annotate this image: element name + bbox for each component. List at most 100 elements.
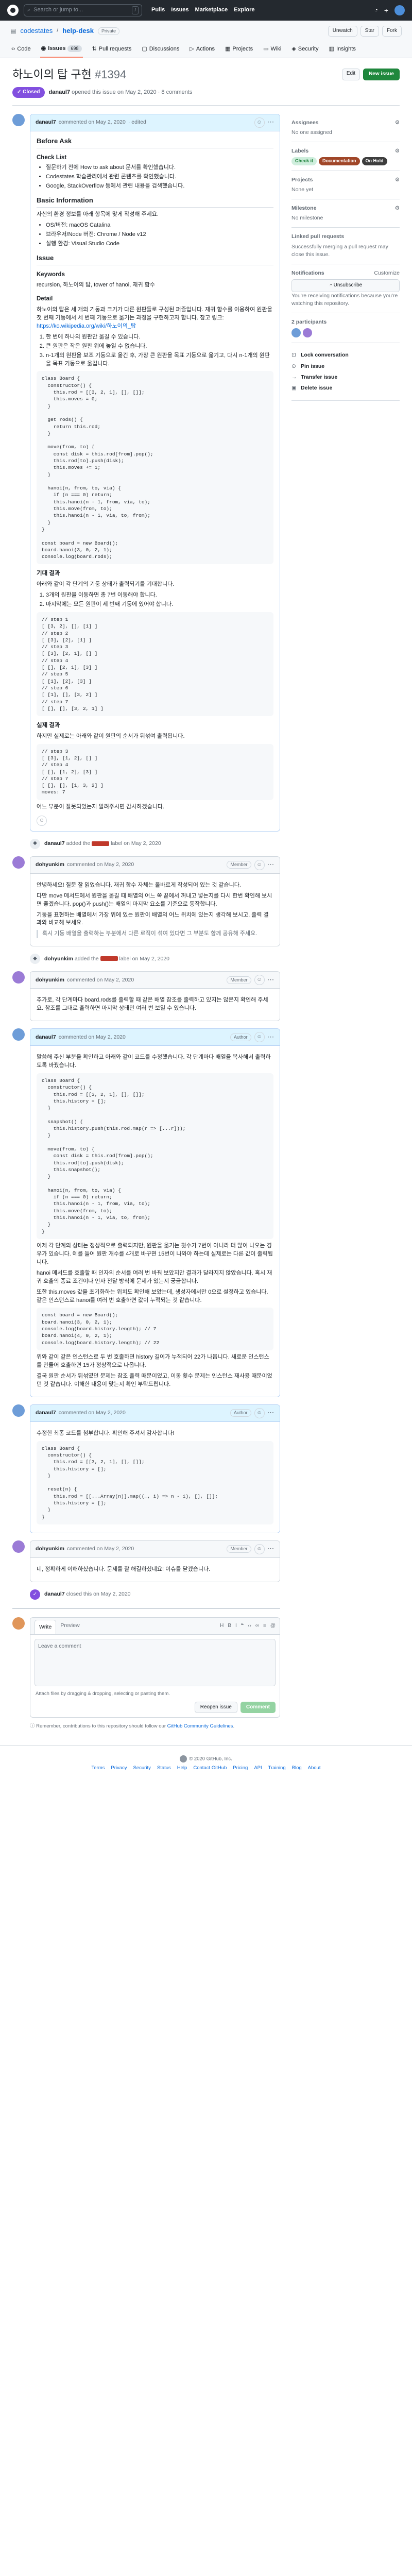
kebab-icon[interactable]: ··· bbox=[268, 118, 275, 126]
label-chip[interactable] bbox=[92, 841, 110, 846]
comment-author[interactable]: dohyunkim bbox=[36, 1545, 64, 1553]
footer-link[interactable]: About bbox=[308, 1765, 321, 1772]
comment-time[interactable]: commented on May 2, 2020 bbox=[59, 1033, 126, 1041]
gear-icon[interactable]: ⚙ bbox=[395, 176, 400, 184]
avatar[interactable] bbox=[12, 1028, 25, 1041]
star-button[interactable]: Star bbox=[360, 26, 379, 37]
avatar[interactable] bbox=[12, 856, 25, 869]
bell-icon[interactable]: ◔ bbox=[374, 6, 378, 14]
footer-link[interactable]: Security bbox=[133, 1765, 151, 1772]
watch-button[interactable]: Unwatch bbox=[328, 26, 357, 37]
smiley-icon[interactable]: ☺ bbox=[254, 117, 265, 128]
kebab-icon[interactable]: ··· bbox=[268, 976, 275, 984]
link-icon[interactable]: ∞ bbox=[255, 1622, 259, 1630]
smiley-icon[interactable]: ☺ bbox=[254, 1032, 265, 1043]
side-title[interactable]: Labels bbox=[291, 147, 308, 155]
label-chip[interactable]: Documentation bbox=[319, 157, 360, 165]
avatar[interactable] bbox=[303, 328, 312, 338]
label-chip[interactable] bbox=[100, 956, 118, 961]
plus-icon[interactable]: + bbox=[384, 5, 388, 15]
footer-link[interactable]: Contact GitHub bbox=[193, 1765, 227, 1772]
edited-dropdown[interactable]: · edited bbox=[128, 118, 146, 126]
smiley-icon[interactable]: ☺ bbox=[254, 975, 265, 986]
add-reaction-icon[interactable]: ☺ bbox=[37, 815, 47, 826]
footer-link[interactable]: API bbox=[254, 1765, 262, 1772]
comment-author[interactable]: danaul7 bbox=[36, 1033, 56, 1041]
event-author[interactable]: danaul7 bbox=[44, 840, 65, 846]
event-author[interactable]: danaul7 bbox=[44, 1591, 65, 1597]
heading-icon[interactable]: H bbox=[220, 1622, 224, 1630]
footer-link[interactable]: Privacy bbox=[111, 1765, 127, 1772]
side-title[interactable]: Milestone bbox=[291, 205, 316, 212]
user-avatar[interactable] bbox=[394, 5, 405, 15]
footer-link[interactable]: Terms bbox=[92, 1765, 105, 1772]
side-title[interactable]: Projects bbox=[291, 176, 313, 184]
attach-hint[interactable]: Attach files by dragging & dropping, sel… bbox=[30, 1690, 280, 1702]
github-mark-icon[interactable] bbox=[180, 1755, 187, 1763]
smiley-icon[interactable]: ☺ bbox=[254, 859, 265, 870]
comment-author[interactable]: dohyunkim bbox=[36, 976, 64, 984]
avatar[interactable] bbox=[12, 113, 25, 126]
issue-author[interactable]: danaul7 bbox=[49, 89, 71, 95]
tab-pull-requests[interactable]: ⇅ Pull requests bbox=[91, 42, 133, 58]
label-chip[interactable]: On Hold bbox=[362, 157, 387, 165]
avatar[interactable] bbox=[291, 328, 301, 338]
lock-conversation-link[interactable]: ⊡ Lock conversation bbox=[291, 351, 400, 359]
kebab-icon[interactable]: ··· bbox=[268, 1545, 275, 1553]
tab-preview[interactable]: Preview bbox=[56, 1619, 83, 1633]
avatar[interactable] bbox=[12, 1540, 25, 1553]
comment-time[interactable]: commented on May 2, 2020 bbox=[67, 1545, 134, 1553]
reference-link[interactable]: https://ko.wikipedia.org/wiki/하노이의_탑 bbox=[37, 323, 136, 329]
comment-author[interactable]: danaul7 bbox=[36, 1409, 56, 1417]
bold-icon[interactable]: B bbox=[228, 1622, 231, 1630]
delete-issue-link[interactable]: ▣ Delete issue bbox=[291, 384, 400, 392]
quote-icon[interactable]: ❝ bbox=[241, 1622, 244, 1630]
gear-icon[interactable]: ⚙ bbox=[395, 205, 400, 212]
edit-button[interactable]: Edit bbox=[341, 69, 360, 80]
kebab-icon[interactable]: ··· bbox=[268, 1409, 275, 1417]
nav-pulls[interactable]: Pulls bbox=[151, 6, 165, 14]
side-title[interactable]: Assignees bbox=[291, 119, 319, 127]
comment-time[interactable]: commented on May 2, 2020 bbox=[59, 118, 126, 126]
footer-link[interactable]: Blog bbox=[292, 1765, 302, 1772]
comment-time[interactable]: commented on May 2, 2020 bbox=[59, 1409, 126, 1417]
tab-code[interactable]: ‹› Code bbox=[10, 42, 32, 58]
unsubscribe-button[interactable]: ◔ Unsubscribe bbox=[291, 279, 400, 292]
avatar[interactable] bbox=[12, 971, 25, 984]
repo-name-link[interactable]: help-desk bbox=[62, 26, 94, 36]
tab-discussions[interactable]: ▢ Discussions bbox=[141, 42, 180, 58]
transfer-issue-link[interactable]: → Transfer issue bbox=[291, 374, 400, 381]
smiley-icon[interactable]: ☺ bbox=[254, 1544, 265, 1554]
tab-issues[interactable]: ◉ Issues 698 bbox=[40, 42, 83, 58]
customize-link[interactable]: Customize bbox=[374, 269, 400, 277]
comment-author[interactable]: danaul7 bbox=[36, 118, 56, 126]
tab-wiki[interactable]: ▭ Wiki bbox=[262, 42, 282, 58]
reopen-issue-button[interactable]: Reopen issue bbox=[194, 1701, 237, 1714]
kebab-icon[interactable]: ··· bbox=[268, 861, 275, 869]
comment-author[interactable]: dohyunkim bbox=[36, 861, 64, 869]
github-logo-icon[interactable] bbox=[7, 5, 19, 16]
footer-link[interactable]: Training bbox=[268, 1765, 286, 1772]
nav-marketplace[interactable]: Marketplace bbox=[195, 6, 228, 14]
comment-time[interactable]: commented on May 2, 2020 bbox=[67, 976, 134, 984]
nav-issues[interactable]: Issues bbox=[171, 6, 188, 14]
tab-projects[interactable]: ▦ Projects bbox=[224, 42, 254, 58]
repo-owner-link[interactable]: codestates bbox=[20, 26, 53, 36]
comment-time[interactable]: commented on May 2, 2020 bbox=[67, 861, 134, 869]
footer-link[interactable]: Pricing bbox=[233, 1765, 248, 1772]
kebab-icon[interactable]: ··· bbox=[268, 1033, 275, 1041]
gear-icon[interactable]: ⚙ bbox=[395, 147, 400, 155]
mention-icon[interactable]: @ bbox=[270, 1622, 276, 1630]
pin-issue-link[interactable]: ⊙ Pin issue bbox=[291, 363, 400, 370]
event-author[interactable]: dohyunkim bbox=[44, 956, 73, 962]
comment-button[interactable]: Comment bbox=[240, 1701, 276, 1714]
fork-button[interactable]: Fork bbox=[382, 26, 402, 37]
label-chip[interactable]: Check it bbox=[291, 157, 317, 165]
tab-write[interactable]: Write bbox=[35, 1619, 57, 1635]
footer-link[interactable]: Help bbox=[177, 1765, 187, 1772]
gear-icon[interactable]: ⚙ bbox=[395, 119, 400, 127]
list-icon[interactable]: ≡ bbox=[263, 1622, 266, 1630]
search-input[interactable]: ⌕ Search or jump to... / bbox=[24, 4, 142, 16]
tab-actions[interactable]: ▷ Actions bbox=[188, 42, 216, 58]
guidelines-link[interactable]: GitHub Community Guidelines bbox=[167, 1723, 233, 1729]
